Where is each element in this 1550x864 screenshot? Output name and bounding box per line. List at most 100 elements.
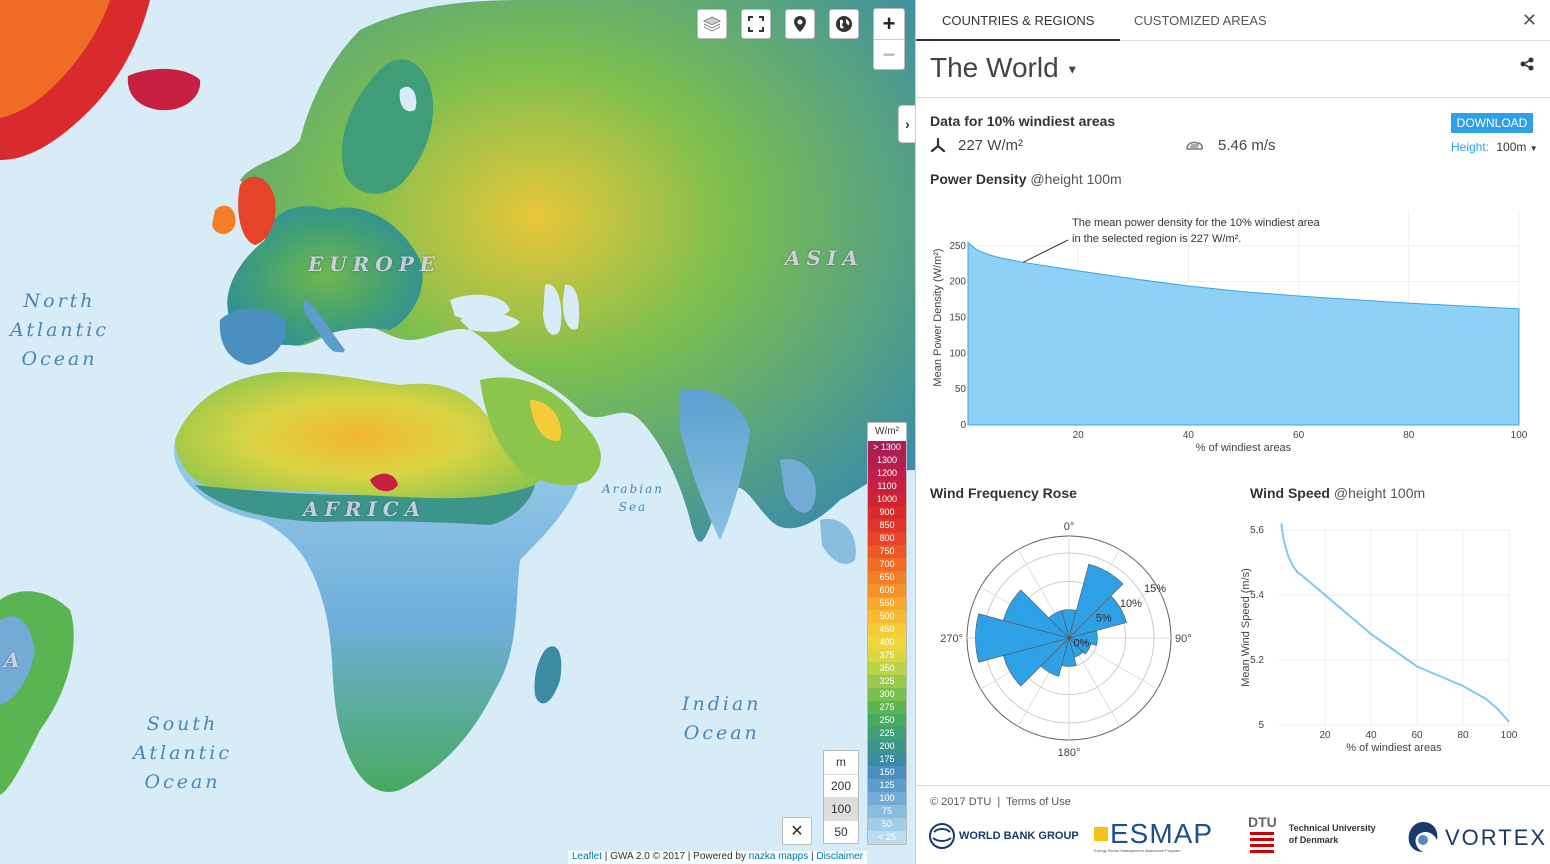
angle-label: 180° [1058, 747, 1081, 759]
legend-item: 225 [868, 727, 906, 740]
legend-item: 50 [868, 818, 906, 831]
caret-down-icon: ▼ [1529, 144, 1538, 153]
annotation-line: The mean power density for the 10% windi… [1072, 217, 1321, 229]
x-axis-label: % of windiest areas [1346, 742, 1442, 754]
legend-item: 150 [868, 766, 906, 779]
power-density-legend: W/m² > 1300 1300 1200 1100 1000 900 850 800 750 7… [867, 422, 907, 845]
terms-link[interactable]: Terms of Use [1006, 796, 1071, 808]
x-tick-label: 40 [1365, 730, 1377, 741]
legend-item: 200 [868, 740, 906, 753]
continent-label-south-america: A [4, 648, 26, 672]
esmap-mark-icon [1094, 827, 1108, 841]
tab-countries-regions[interactable]: COUNTRIES & REGIONS [916, 0, 1121, 41]
wind-speed-chart: 20 40 60 80 100 5 5.2 5.4 5.6 % of windiest areas… [1241, 523, 1518, 754]
legend-item: 125 [868, 779, 906, 792]
height-option-50[interactable]: 50 [824, 820, 858, 843]
wind-speed-value: 5.46 m/s [1218, 137, 1276, 154]
legend-item: 1200 [868, 467, 906, 480]
legend-item: 1000 [868, 493, 906, 506]
y-tick-label: 50 [955, 384, 967, 395]
height-value: 100m [1496, 140, 1527, 154]
separator: | [997, 796, 1001, 808]
wind-speed-stat: 5.46 m/s [1184, 137, 1276, 154]
divider [916, 785, 1550, 786]
region-name: The World [930, 52, 1059, 83]
legend-item: 500 [868, 610, 906, 623]
dtu-logo[interactable]: DTU Technical University of Denmark [1248, 814, 1376, 854]
legend-item: 1300 [868, 454, 906, 467]
angle-label: 90° [1175, 633, 1192, 645]
legend-items: > 1300 1300 1200 1100 1000 900 850 800 750 700 650… [868, 441, 906, 844]
x-tick-label: 100 [1511, 430, 1528, 441]
ocean-label-arabian: Arabian Sea [602, 480, 664, 516]
legend-item: 250 [868, 714, 906, 727]
ocean-label-line: Sea [618, 500, 648, 514]
close-panel-icon[interactable]: ✕ [1522, 10, 1537, 31]
radial-label: 0% [1074, 637, 1090, 649]
wind-speed-icon [1186, 141, 1203, 150]
dtu-text: DTU [1248, 814, 1277, 830]
wind-map[interactable]: North Atlantic Ocean South Atlantic Ocea… [0, 0, 915, 864]
x-tick-label: 60 [1411, 730, 1423, 741]
y-tick-label: 0 [960, 420, 966, 431]
x-axis-label: % of windiest areas [1196, 442, 1292, 454]
height-option-100[interactable]: 100 [824, 797, 858, 820]
powered-by-text: Powered by [693, 851, 746, 862]
disclaimer-link[interactable]: Disclaimer [816, 851, 863, 862]
legend-item: 900 [868, 506, 906, 519]
x-tick-label: 80 [1457, 730, 1469, 741]
panel-height-selector[interactable]: Height: 100m ▼ [1451, 140, 1538, 154]
legend-item: 100 [868, 792, 906, 805]
globe-button[interactable] [829, 9, 859, 39]
nazka-link[interactable]: nazka mapps [749, 851, 808, 862]
share-icon [1520, 57, 1534, 71]
esmap-logo[interactable]: ESMAP Energy Sector Management Assistanc… [1094, 820, 1213, 853]
zoom-out-button[interactable]: − [874, 39, 904, 69]
leaflet-link[interactable]: Leaflet [572, 851, 602, 862]
fullscreen-button[interactable] [741, 9, 771, 39]
wind-rose-chart: 0° 90° 180° 270° 0% 5% 10%15% [940, 521, 1192, 759]
collapse-panel-button[interactable]: › [898, 105, 916, 143]
globe-icon [836, 16, 852, 32]
dtu-stripes-icon [1250, 832, 1275, 853]
wind-speed-heading: Wind Speed [1250, 485, 1330, 501]
tab-customized-areas[interactable]: CUSTOMIZED AREAS [1108, 0, 1293, 41]
panel-tabs: COUNTRIES & REGIONS CUSTOMIZED AREAS ✕ [916, 0, 1550, 41]
footer-copyright: © 2017 DTU | Terms of Use [930, 796, 1071, 808]
worldbank-text: WORLD BANK GROUP [959, 830, 1079, 842]
legend-item: 175 [868, 753, 906, 766]
x-tick-label: 20 [1073, 430, 1085, 441]
layers-button[interactable] [697, 9, 727, 39]
legend-item: 350 [868, 662, 906, 675]
y-tick-label: 5.6 [1250, 525, 1264, 536]
legend-item: 650 [868, 571, 906, 584]
legend-item: 400 [868, 636, 906, 649]
share-button[interactable] [1520, 57, 1534, 76]
vortex-logo[interactable]: VORTEX [1403, 818, 1547, 858]
legend-item: 750 [868, 545, 906, 558]
x-tick-label: 100 [1501, 730, 1518, 741]
height-label: Height: [1451, 140, 1490, 154]
angle-label: 0° [1064, 521, 1075, 533]
zoom-in-button[interactable]: + [874, 9, 904, 39]
legend-item: 550 [868, 597, 906, 610]
legend-item: 800 [868, 532, 906, 545]
y-tick-label: 200 [949, 277, 966, 288]
region-selector[interactable]: The World ▼ [930, 52, 1078, 84]
map-attribution: Leaflet | GWA 2.0 © 2017 | Powered by na… [568, 851, 868, 864]
legend-item: < 25 [868, 831, 906, 844]
x-tick-label: 20 [1319, 730, 1331, 741]
legend-unit: W/m² [875, 426, 899, 437]
x-tick-label: 80 [1403, 430, 1415, 441]
info-panel: COUNTRIES & REGIONS CUSTOMIZED AREAS ✕ T… [915, 0, 1550, 864]
height-option-200[interactable]: 200 [824, 774, 858, 797]
height-unit-label: m [836, 755, 846, 769]
clear-selection-button[interactable]: ✕ [782, 817, 812, 845]
ocean-label-line: Ocean [21, 348, 98, 370]
worldbank-logo[interactable]: WORLD BANK GROUP [928, 822, 1079, 850]
power-density-subtitle: @height 100m [1030, 171, 1122, 187]
location-button[interactable] [785, 9, 815, 39]
download-button[interactable]: DOWNLOAD [1451, 113, 1533, 133]
annotation-line: in the selected region is 227 W/m². [1072, 233, 1241, 245]
legend-item: 300 [868, 688, 906, 701]
